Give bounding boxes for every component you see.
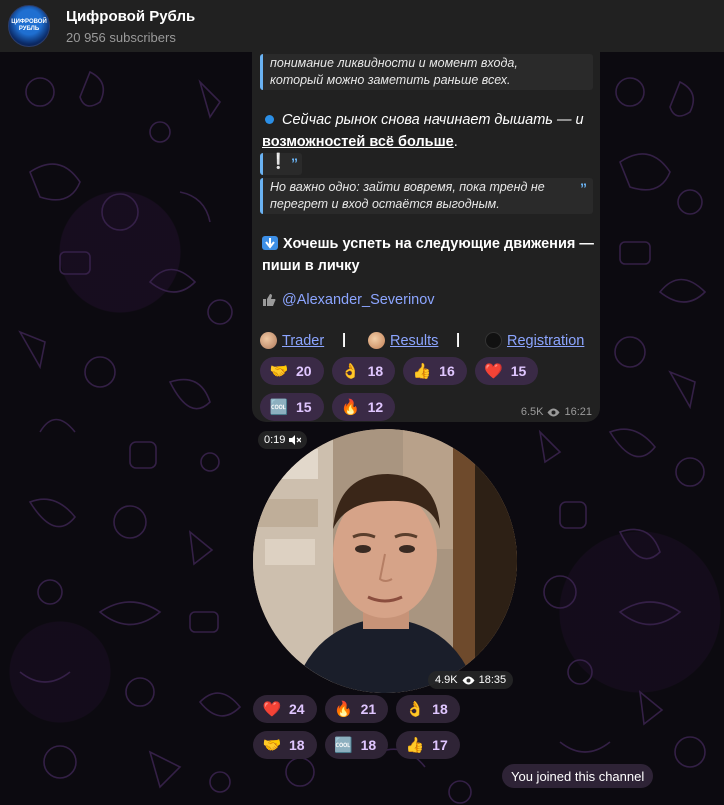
cta-line: Хочешь успеть на следующие движения — bbox=[262, 233, 594, 255]
reaction-count: 18 bbox=[289, 737, 305, 753]
handshake-icon: 🤝 bbox=[262, 737, 282, 754]
trader-icon bbox=[260, 332, 277, 349]
reaction-count: 15 bbox=[296, 399, 312, 415]
ok-hand-icon: 👌 bbox=[405, 701, 425, 718]
exclamation-quote[interactable]: ❕ ” bbox=[260, 153, 302, 175]
quote-block-2[interactable]: Но важно одно: зайти вовремя, пока тренд… bbox=[260, 178, 593, 214]
reaction-heart[interactable]: ❤️ 24 bbox=[253, 695, 317, 723]
video-time: 18:35 bbox=[478, 674, 507, 686]
cta-line-2: пиши в личку bbox=[262, 258, 360, 274]
quote-line: понимание ликвидности и момент входа, bbox=[270, 56, 518, 70]
eye-icon bbox=[547, 408, 560, 416]
message-paragraph: Сейчас рынок снова начинает дышать — и bbox=[262, 109, 584, 131]
registration-icon bbox=[485, 332, 502, 349]
speaker-muted-icon bbox=[289, 435, 302, 445]
header-info[interactable]: Цифровой Рубль 20 956 subscribers bbox=[66, 8, 195, 45]
video-reactions: ❤️ 24 🔥 21 👌 18 🤝 18 🆒 18 👍 17 bbox=[253, 695, 513, 759]
subscriber-count: 20 956 subscribers bbox=[66, 29, 176, 45]
mention-link[interactable]: @Alexander_Severinov bbox=[282, 292, 435, 308]
channel-avatar[interactable]: ЦИФРОВОЙ РУБЛЬ bbox=[8, 5, 50, 47]
reaction-cool[interactable]: 🆒 18 bbox=[324, 731, 389, 759]
mention-row[interactable]: @Alexander_Severinov bbox=[262, 292, 435, 308]
reaction-ok-hand[interactable]: 👌 18 bbox=[331, 357, 396, 385]
separator: | bbox=[342, 332, 347, 348]
message-meta: 6.5K 16:21 bbox=[521, 406, 592, 418]
video-meta: 4.9K 18:35 bbox=[428, 671, 514, 689]
video-frame bbox=[253, 429, 517, 693]
video-view-count: 4.9K bbox=[435, 674, 458, 686]
heart-icon: ❤️ bbox=[484, 363, 504, 380]
ok-hand-icon: 👌 bbox=[341, 363, 360, 380]
reaction-ok-hand[interactable]: 👌 18 bbox=[396, 695, 460, 723]
fire-icon: 🔥 bbox=[341, 399, 360, 416]
channel-title: Цифровой Рубль bbox=[66, 7, 196, 25]
reaction-count: 21 bbox=[360, 701, 377, 717]
links-row: Trader | Results | Registration bbox=[260, 332, 596, 354]
quote-line: перегрет и вход остаётся выгодным. bbox=[270, 197, 500, 211]
cta-text: Хочешь успеть на следующие движения — bbox=[283, 236, 594, 252]
reaction-fire[interactable]: 🔥 21 bbox=[324, 695, 389, 723]
exclamation-icon: ❕ bbox=[269, 153, 288, 170]
message-bubble[interactable]: понимание ликвидности и момент входа, ко… bbox=[252, 52, 600, 422]
cool-icon: 🆒 bbox=[269, 399, 289, 416]
paragraph-line: Сейчас рынок снова начинает дышать — и bbox=[282, 112, 584, 128]
period: . bbox=[453, 134, 458, 150]
quote-line: Но важно одно: зайти вовремя, пока тренд… bbox=[270, 180, 545, 194]
message-paragraph-2: возможностей всё больше. bbox=[262, 131, 458, 153]
registration-link-label: Registration bbox=[507, 332, 585, 349]
reaction-handshake[interactable]: 🤝 20 bbox=[260, 357, 324, 385]
reaction-count: 18 bbox=[360, 737, 377, 753]
service-message: You joined this channel bbox=[502, 764, 654, 788]
video-duration-badge[interactable]: 0:19 bbox=[258, 431, 308, 449]
results-link[interactable]: Results bbox=[368, 332, 438, 349]
video-message-circle[interactable] bbox=[253, 429, 517, 693]
reaction-count: 24 bbox=[289, 701, 305, 717]
quote-mark-icon: ” bbox=[580, 180, 587, 196]
reaction-count: 18 bbox=[367, 363, 384, 379]
results-icon bbox=[368, 332, 385, 349]
handshake-icon: 🤝 bbox=[269, 363, 289, 380]
thumbs-up-icon: 👍 bbox=[405, 737, 425, 754]
reaction-heart[interactable]: ❤️ 15 bbox=[474, 357, 539, 385]
reaction-count: 17 bbox=[432, 737, 448, 753]
separator: | bbox=[456, 332, 461, 348]
thumbs-up-icon: 👍 bbox=[412, 363, 432, 380]
quote-block[interactable]: понимание ликвидности и момент входа, ко… bbox=[260, 54, 593, 90]
blue-circle-icon bbox=[265, 115, 274, 125]
reaction-cool[interactable]: 🆒 15 bbox=[260, 393, 324, 421]
fire-icon: 🔥 bbox=[334, 701, 353, 718]
avatar-label: ЦИФРОВОЙ РУБЛЬ bbox=[11, 19, 47, 32]
view-count: 6.5K bbox=[520, 406, 544, 418]
trader-link-label: Trader bbox=[282, 332, 325, 349]
heart-icon: ❤️ bbox=[262, 701, 282, 718]
thumbs-up-icon bbox=[263, 294, 276, 306]
reaction-count: 16 bbox=[439, 363, 455, 379]
underlined-text: возможностей всё больше bbox=[262, 134, 454, 150]
reaction-handshake[interactable]: 🤝 18 bbox=[253, 731, 317, 759]
reaction-count: 20 bbox=[296, 363, 312, 379]
reaction-thumbs-up[interactable]: 👍 16 bbox=[403, 357, 467, 385]
chat-header[interactable]: ЦИФРОВОЙ РУБЛЬ Цифровой Рубль 20 956 sub… bbox=[0, 0, 724, 52]
trader-link[interactable]: Trader bbox=[260, 332, 324, 349]
reaction-count: 12 bbox=[367, 399, 384, 415]
results-link-label: Results bbox=[390, 332, 439, 349]
quote-line: который можно заметить раньше всех. bbox=[270, 73, 511, 87]
video-duration: 0:19 bbox=[264, 434, 286, 446]
reaction-count: 15 bbox=[510, 363, 527, 379]
quote-mark-icon: ” bbox=[291, 155, 298, 171]
cool-icon: 🆒 bbox=[334, 737, 353, 754]
message-time: 16:21 bbox=[564, 406, 592, 418]
reaction-fire[interactable]: 🔥 12 bbox=[331, 393, 396, 421]
down-arrow-icon bbox=[262, 236, 278, 250]
reaction-count: 18 bbox=[432, 701, 448, 717]
reaction-thumbs-up[interactable]: 👍 17 bbox=[396, 731, 460, 759]
eye-icon bbox=[462, 676, 475, 684]
registration-link[interactable]: Registration bbox=[485, 332, 584, 349]
